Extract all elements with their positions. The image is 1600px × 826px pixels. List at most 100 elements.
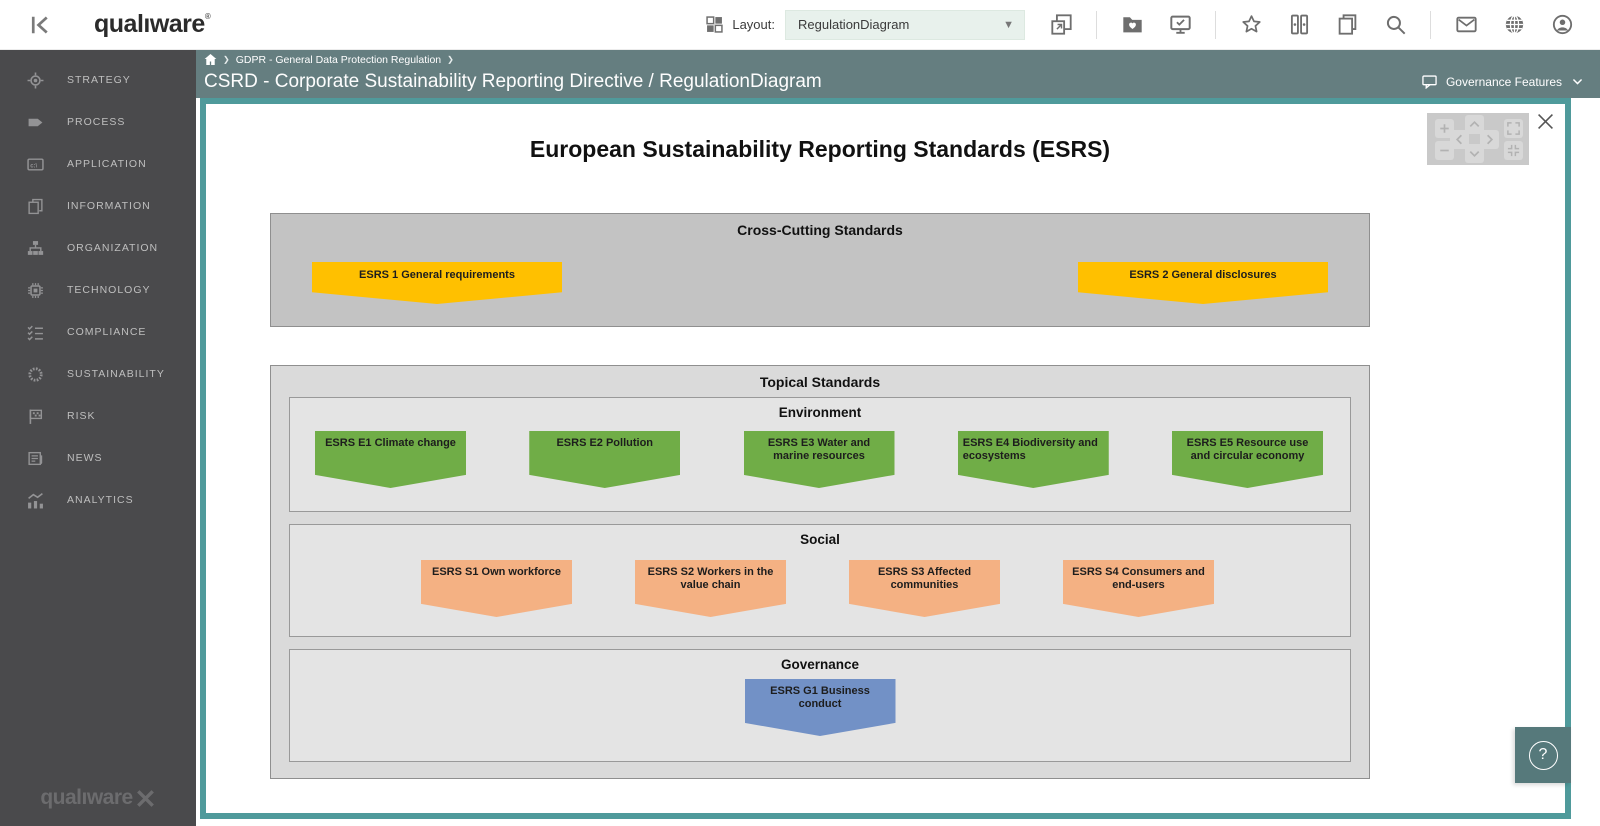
sidebar-item-news[interactable]: NEWS <box>0 437 196 479</box>
breadcrumb: ❯ GDPR - General Data Protection Regulat… <box>196 50 1600 69</box>
binders-button[interactable] <box>1286 12 1312 38</box>
chevron-down-icon: ▼ <box>1003 18 1014 31</box>
standard-shape[interactable]: ESRS S2 Workers in the value chain <box>635 560 786 617</box>
sidebar-item-label: RISK <box>67 410 96 422</box>
sidebar-item-risk[interactable]: RISK <box>0 395 196 437</box>
section-social: Social ESRS S1 Own workforce ESRS S2 Worke… <box>289 524 1351 637</box>
section-title: Social <box>800 532 840 547</box>
help-button[interactable]: ? <box>1515 727 1571 783</box>
star-button[interactable] <box>1238 12 1264 38</box>
title-bar: CSRD - Corporate Sustainability Reportin… <box>196 69 1600 98</box>
star-icon <box>1241 14 1262 35</box>
toolbar-divider <box>1430 10 1431 39</box>
favorites-folder-button[interactable] <box>1119 12 1145 38</box>
standard-label: ESRS E5 Resource use and circular econom… <box>1186 437 1309 462</box>
organization-icon <box>27 240 44 257</box>
sidebar-item-information[interactable]: INFORMATION <box>0 185 196 227</box>
mail-button[interactable] <box>1453 12 1479 38</box>
monitor-check-button[interactable] <box>1167 12 1193 38</box>
diagram-canvas: European Sustainability Reporting Standa… <box>200 98 1571 819</box>
fullscreen-button[interactable] <box>1504 119 1523 138</box>
sidebar-item-analytics[interactable]: ANALYTICS <box>0 479 196 521</box>
standard-shape[interactable]: ESRS E4 Biodiversity and ecosystems <box>957 431 1109 488</box>
compliance-icon <box>27 324 44 341</box>
application-icon: c:\ <box>27 156 44 173</box>
user-account-button[interactable] <box>1549 12 1575 38</box>
cascade-windows-button[interactable] <box>1048 12 1074 38</box>
sidebar-item-strategy[interactable]: STRATEGY <box>0 59 196 101</box>
cascade-windows-icon <box>1050 14 1072 35</box>
copy-documents-icon <box>1337 14 1358 35</box>
sidebar-item-sustainability[interactable]: SUSTAINABILITY <box>0 353 196 395</box>
page-title: CSRD - Corporate Sustainability Reportin… <box>204 70 822 92</box>
section-title: Environment <box>778 405 862 420</box>
strategy-icon <box>27 72 44 89</box>
sidebar-collapse-icon[interactable] <box>28 13 52 37</box>
standard-label: ESRS E1 Climate change <box>325 437 456 449</box>
standard-label: ESRS S2 Workers in the value chain <box>647 566 774 591</box>
sidebar-item-label: PROCESS <box>67 116 126 128</box>
diagram-title: European Sustainability Reporting Standa… <box>529 136 1111 162</box>
topical-standards-title: Topical Standards <box>759 374 881 390</box>
fit-view-button[interactable] <box>1504 141 1523 160</box>
sidebar-item-organization[interactable]: ORGANIZATION <box>0 227 196 269</box>
search-button[interactable] <box>1382 12 1408 38</box>
information-icon <box>27 198 44 215</box>
sidebar-item-label: TECHNOLOGY <box>67 284 151 296</box>
standard-shape[interactable]: ESRS G1 Business conduct <box>744 679 896 736</box>
sidebar-item-technology[interactable]: TECHNOLOGY <box>0 269 196 311</box>
sidebar-item-label: COMPLIANCE <box>67 326 147 338</box>
sidebar-item-application[interactable]: c:\ APPLICATION <box>0 143 196 185</box>
governance-features-toggle[interactable]: Governance Features <box>1422 74 1584 89</box>
standard-shape[interactable]: ESRS 1 General requirements <box>312 262 562 304</box>
sidebar-item-compliance[interactable]: COMPLIANCE <box>0 311 196 353</box>
chevron-down-icon <box>1571 75 1584 88</box>
standard-label: ESRS S3 Affected communities <box>877 566 972 591</box>
standard-label: ESRS E3 Water and marine resources <box>767 437 871 462</box>
standard-label: ESRS S1 Own workforce <box>432 566 561 578</box>
section-environment: Environment ESRS E1 Climate change ESRS E2… <box>289 397 1351 512</box>
breadcrumb-item[interactable]: GDPR - General Data Protection Regulatio… <box>236 54 441 66</box>
standard-shape[interactable]: ESRS E1 Climate change <box>315 431 466 488</box>
sidebar-footer-logo: qualıware <box>0 786 196 810</box>
standard-shape[interactable]: ESRS S3 Affected communities <box>849 560 1000 617</box>
standard-shape[interactable]: ESRS S4 Consumers and end-users <box>1063 560 1214 617</box>
sustainability-icon <box>27 366 44 383</box>
speech-bubble-icon <box>1422 74 1437 89</box>
standard-shape[interactable]: ESRS E3 Water and marine resources <box>743 431 895 488</box>
risk-icon <box>27 408 44 425</box>
standard-label: ESRS G1 Business conduct <box>770 685 870 710</box>
standard-label: ESRS 2 General disclosures <box>1129 269 1277 281</box>
standard-shape[interactable]: ESRS 2 General disclosures <box>1078 262 1328 304</box>
technology-icon <box>27 282 44 299</box>
news-icon <box>27 450 44 467</box>
qualiware-logo: qualıware ® <box>94 10 211 39</box>
qualiware-app: qualıware ® Layout: RegulationDiagram ▼ S… <box>0 0 1600 826</box>
question-mark-icon: ? <box>1528 740 1558 770</box>
sidebar: STRATEGY PROCESS c:\ APPLICATION INFORMATION… <box>0 50 196 826</box>
sidebar-item-process[interactable]: PROCESS <box>0 101 196 143</box>
layout-dropdown[interactable]: RegulationDiagram ▼ <box>785 9 1025 40</box>
search-icon <box>1385 14 1406 35</box>
standard-shape[interactable]: ESRS E2 Pollution <box>529 431 681 488</box>
globe-button[interactable] <box>1501 12 1527 38</box>
layout-grid-icon <box>706 16 724 33</box>
logo-text: qualıware <box>94 10 205 38</box>
home-icon[interactable] <box>204 53 217 66</box>
sidebar-item-label: NEWS <box>67 452 103 464</box>
toolbar-icons <box>1037 10 1586 39</box>
standard-shape[interactable]: ESRS S1 Own workforce <box>421 560 572 617</box>
standard-shape[interactable]: ESRS E5 Resource use and circular econom… <box>1172 431 1323 488</box>
toolbar-divider <box>1096 10 1097 39</box>
globe-icon <box>1504 14 1525 35</box>
topbar: qualıware ® Layout: RegulationDiagram ▼ <box>0 0 1600 50</box>
breadcrumb-separator: ❯ <box>223 55 230 64</box>
close-icon[interactable] <box>1537 113 1554 130</box>
standard-label: ESRS E2 Pollution <box>556 437 654 449</box>
user-account-icon <box>1552 14 1573 35</box>
layout-label: Layout: <box>732 17 775 32</box>
copy-documents-button[interactable] <box>1334 12 1360 38</box>
main-area: ❯ GDPR - General Data Protection Regulat… <box>196 50 1600 826</box>
pan-down-button[interactable] <box>1465 144 1484 163</box>
topical-standards-box: Topical Standards Environment ESRS E1 Cli… <box>270 365 1370 779</box>
